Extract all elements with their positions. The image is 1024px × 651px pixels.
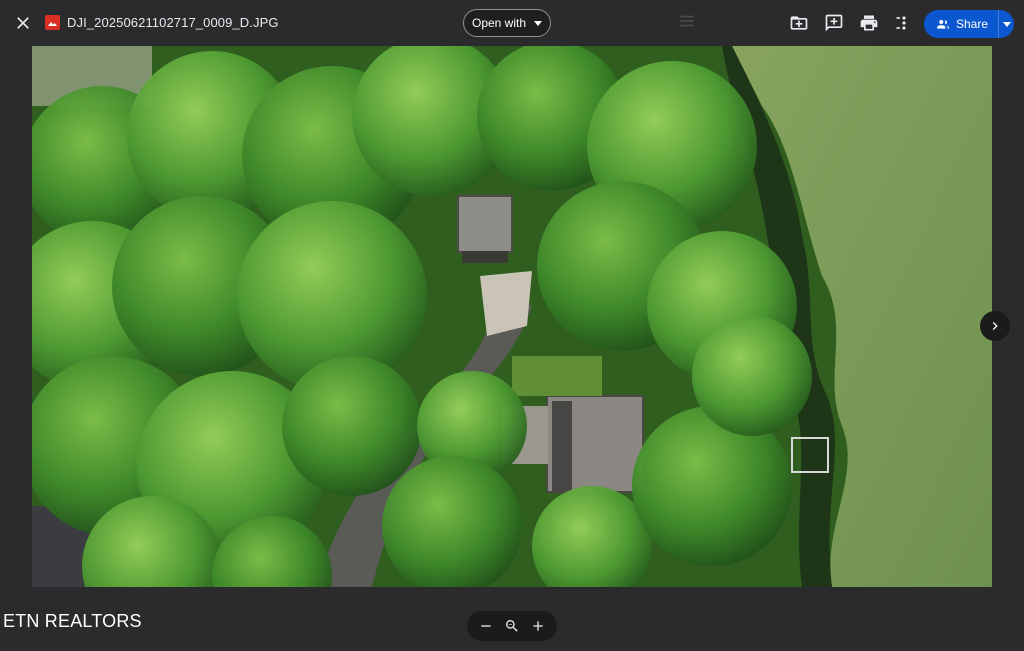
- share-dropdown-button[interactable]: [999, 10, 1014, 38]
- more-vert-icon: [896, 16, 906, 30]
- chevron-down-icon: [534, 20, 543, 26]
- close-button[interactable]: [7, 7, 39, 39]
- file-name: DJI_20250621102717_0009_D.JPG: [67, 15, 279, 30]
- chevron-right-icon: [992, 322, 998, 330]
- more-options-button[interactable]: [888, 7, 920, 39]
- open-with-label: Open with: [471, 16, 527, 30]
- next-image-button[interactable]: [980, 311, 1010, 341]
- add-to-drive-icon: [790, 16, 808, 30]
- plus-icon: [533, 621, 543, 631]
- open-with-button[interactable]: Open with: [463, 9, 551, 37]
- zoom-controls: [467, 611, 557, 641]
- zoom-in-button[interactable]: [526, 614, 550, 638]
- share-button[interactable]: Share: [924, 17, 998, 31]
- print-icon: [860, 15, 878, 31]
- add-comment-button[interactable]: [818, 7, 850, 39]
- chevron-down-icon: [1002, 21, 1011, 27]
- watermark-text: ETN REALTORS: [3, 611, 142, 631]
- share-button-group: Share: [924, 10, 1014, 38]
- zoom-reset-button[interactable]: [500, 614, 524, 638]
- share-label: Share: [956, 17, 989, 31]
- close-icon: [17, 17, 29, 29]
- minus-icon: [481, 625, 491, 627]
- aerial-photo: [32, 46, 992, 587]
- viewer-toolbar: DJI_20250621102717_0009_D.JPG Open with …: [0, 0, 1024, 46]
- add-to-drive-button[interactable]: [783, 7, 815, 39]
- image-viewer[interactable]: [32, 46, 992, 587]
- print-button[interactable]: [853, 7, 885, 39]
- zoom-out-button[interactable]: [474, 614, 498, 638]
- magnifier-icon: [506, 620, 518, 632]
- faded-background-icon: [678, 12, 696, 30]
- image-file-icon: [45, 15, 60, 30]
- people-icon: [937, 19, 949, 29]
- add-comment-icon: [825, 14, 843, 32]
